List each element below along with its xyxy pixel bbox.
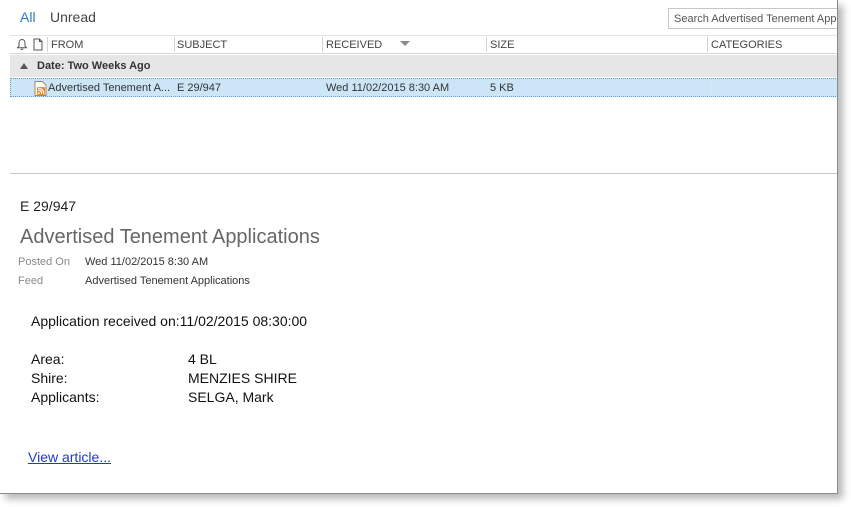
area-label: Area:	[31, 351, 65, 367]
filter-bar: All Unread	[0, 0, 837, 34]
search-input[interactable]	[668, 8, 837, 29]
rss-feed-window: All Unread FROM SUBJECT RECEIVED SIZE CA…	[0, 0, 838, 494]
area-value: 4 BL	[188, 351, 217, 367]
column-categories[interactable]: CATEGORIES	[711, 39, 782, 53]
application-received-text: Application received on:11/02/2015 08:30…	[31, 313, 308, 329]
rss-feed-icon	[34, 81, 47, 96]
posted-on-value: Wed 11/02/2015 8:30 AM	[85, 256, 209, 268]
filter-all-tab[interactable]: All	[20, 9, 36, 25]
filter-unread-tab[interactable]: Unread	[50, 9, 96, 25]
reading-subject: E 29/947	[20, 198, 77, 214]
collapse-triangle-icon[interactable]	[20, 63, 28, 69]
group-header[interactable]: Date: Two Weeks Ago	[10, 55, 837, 77]
message-row[interactable]: Advertised Tenement A... E 29/947 Wed 11…	[10, 78, 837, 97]
reading-title: Advertised Tenement Applications	[20, 226, 320, 248]
group-label: Date: Two Weeks Ago	[37, 60, 151, 72]
column-from[interactable]: FROM	[51, 39, 83, 53]
column-received[interactable]: RECEIVED	[326, 39, 382, 53]
view-article-link[interactable]: View article...	[28, 449, 111, 465]
column-header: FROM SUBJECT RECEIVED SIZE CATEGORIES	[10, 35, 837, 54]
posted-on-label: Posted On	[18, 256, 70, 268]
pane-divider[interactable]	[10, 173, 837, 174]
message-subject: E 29/947	[177, 82, 222, 94]
feed-value: Advertised Tenement Applications	[85, 275, 250, 287]
feed-label: Feed	[18, 275, 44, 287]
document-type-icon[interactable]	[32, 38, 44, 51]
message-from: Advertised Tenement A...	[48, 82, 171, 94]
column-size[interactable]: SIZE	[490, 39, 514, 53]
category-box[interactable]	[711, 82, 719, 94]
shire-value: MENZIES SHIRE	[188, 370, 297, 386]
column-subject[interactable]: SUBJECT	[177, 39, 227, 53]
message-received: Wed 11/02/2015 8:30 AM	[326, 82, 450, 94]
applicants-value: SELGA, Mark	[188, 389, 274, 405]
shire-label: Shire:	[31, 370, 68, 386]
sort-descending-icon	[400, 41, 410, 46]
applicants-label: Applicants:	[31, 389, 100, 405]
reminder-bell-icon[interactable]	[16, 38, 28, 51]
message-size: 5 KB	[490, 82, 514, 94]
